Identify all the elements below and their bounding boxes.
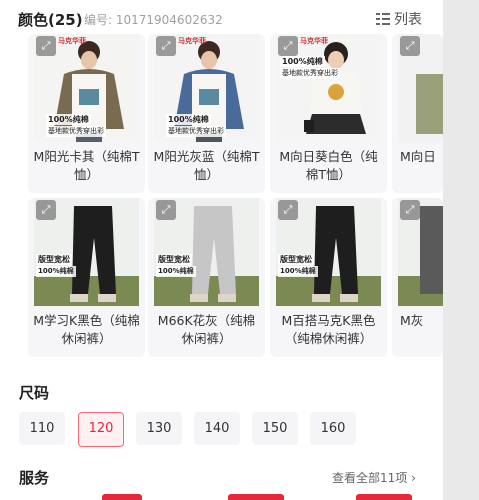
- brand-logo: 马克华菲: [178, 37, 206, 45]
- color-option-flower-gray-pants[interactable]: ⤢ 版型宽松 100%纯棉 M66K花灰（纯棉休闲裤）: [148, 198, 265, 357]
- product-image: ⤢ 马克华菲 100%纯棉 基地款优秀穿出彩: [276, 34, 381, 142]
- bottom-action-edge[interactable]: [228, 494, 284, 500]
- color-title: 颜色(25): [18, 11, 83, 29]
- color-header: 颜色(25) 编号: 10171904602632 列表: [18, 6, 428, 32]
- product-image: ⤢ 版型宽松 100%纯棉: [34, 198, 139, 306]
- list-view-toggle[interactable]: 列表: [376, 9, 422, 29]
- image-tag: 100%纯棉: [280, 56, 325, 67]
- color-label: M阳光卡其（纯棉T恤）: [33, 149, 140, 182]
- product-image: ⤢ 马克华菲 100%纯棉 基地款优秀穿出彩: [154, 34, 259, 142]
- color-option-partial[interactable]: ⤢ M向日: [392, 34, 443, 193]
- size-option-160[interactable]: 160: [310, 412, 356, 445]
- zoom-icon[interactable]: ⤢: [278, 200, 298, 220]
- product-image: ⤢: [398, 198, 443, 306]
- size-option-150[interactable]: 150: [252, 412, 298, 445]
- zoom-icon[interactable]: ⤢: [36, 200, 56, 220]
- product-image: ⤢ 版型宽松 100%纯棉: [276, 198, 381, 306]
- bottom-action-edge[interactable]: [102, 494, 142, 500]
- brand-logo: 马克华菲: [300, 37, 328, 45]
- color-option-yellow-khaki-tee[interactable]: ⤢ 马克华菲 100%纯棉 基地款优秀穿出彩 M阳光卡其（纯棉T恤）: [28, 34, 145, 193]
- color-label: M灰: [400, 313, 424, 328]
- image-tag: 版型宽松: [36, 254, 72, 265]
- product-image: ⤢ 版型宽松 100%纯棉: [154, 198, 259, 306]
- image-tag: 100%纯棉: [36, 266, 76, 277]
- color-label: M向日葵白色（纯棉T恤）: [279, 149, 378, 182]
- item-code: 编号: 10171904602632: [84, 13, 223, 27]
- service-title: 服务: [19, 469, 50, 487]
- zoom-icon[interactable]: ⤢: [156, 200, 176, 220]
- zoom-icon[interactable]: ⤢: [36, 36, 56, 56]
- size-option-120[interactable]: 120: [78, 412, 124, 447]
- image-tag: 版型宽松: [278, 254, 314, 265]
- list-toggle-label: 列表: [394, 12, 422, 28]
- zoom-icon[interactable]: ⤢: [278, 36, 298, 56]
- color-option-gray-blue-tee[interactable]: ⤢ 马克华菲 100%纯棉 基地款优秀穿出彩 M阳光灰蓝（纯棉T恤）: [148, 34, 265, 193]
- color-label: M学习K黑色（纯棉休闲裤）: [33, 313, 140, 346]
- zoom-icon[interactable]: ⤢: [156, 36, 176, 56]
- zoom-icon[interactable]: ⤢: [400, 36, 420, 56]
- product-image: ⤢ 马克华菲 100%纯棉 基地款优秀穿出彩: [34, 34, 139, 142]
- size-title: 尺码: [19, 384, 50, 402]
- image-tag: 版型宽松: [156, 254, 192, 265]
- color-option-sunflower-white-tee[interactable]: ⤢ 马克华菲 100%纯棉 基地款优秀穿出彩 M向日葵白色（纯棉T恤）: [270, 34, 387, 193]
- side-panel-edge: [443, 0, 479, 500]
- list-icon: [376, 13, 390, 25]
- image-tag: 100%纯棉: [156, 266, 196, 277]
- color-label: M66K花灰（纯棉休闲裤）: [157, 313, 256, 346]
- image-tag: 100%纯棉: [166, 114, 211, 125]
- image-tag: 基地款优秀穿出彩: [166, 126, 226, 137]
- color-label: M阳光灰蓝（纯棉T恤）: [153, 149, 260, 182]
- image-tag: 100%纯棉: [46, 114, 91, 125]
- image-tag: 100%纯棉: [278, 266, 318, 277]
- image-tag: 基地款优秀穿出彩: [280, 68, 340, 79]
- see-all-services-link[interactable]: 查看全部11项 ›: [332, 469, 416, 486]
- bottom-action-edge[interactable]: [356, 494, 412, 500]
- product-image: ⤢: [398, 34, 443, 142]
- image-tag: 基地款优秀穿出彩: [46, 126, 106, 137]
- color-option-mark-k-black-pants[interactable]: ⤢ 版型宽松 100%纯棉 M百搭马克K黑色（纯棉休闲裤）: [270, 198, 387, 357]
- color-label: M百搭马克K黑色（纯棉休闲裤）: [281, 313, 376, 346]
- size-option-140[interactable]: 140: [194, 412, 240, 445]
- brand-logo: 马克华菲: [58, 37, 86, 45]
- size-option-130[interactable]: 130: [136, 412, 182, 445]
- color-label: M向日: [400, 149, 436, 164]
- color-option-black-pants[interactable]: ⤢ 版型宽松 100%纯棉 M学习K黑色（纯棉休闲裤）: [28, 198, 145, 357]
- size-option-110[interactable]: 110: [19, 412, 65, 445]
- zoom-icon[interactable]: ⤢: [400, 200, 420, 220]
- color-option-partial[interactable]: ⤢ M灰: [392, 198, 443, 357]
